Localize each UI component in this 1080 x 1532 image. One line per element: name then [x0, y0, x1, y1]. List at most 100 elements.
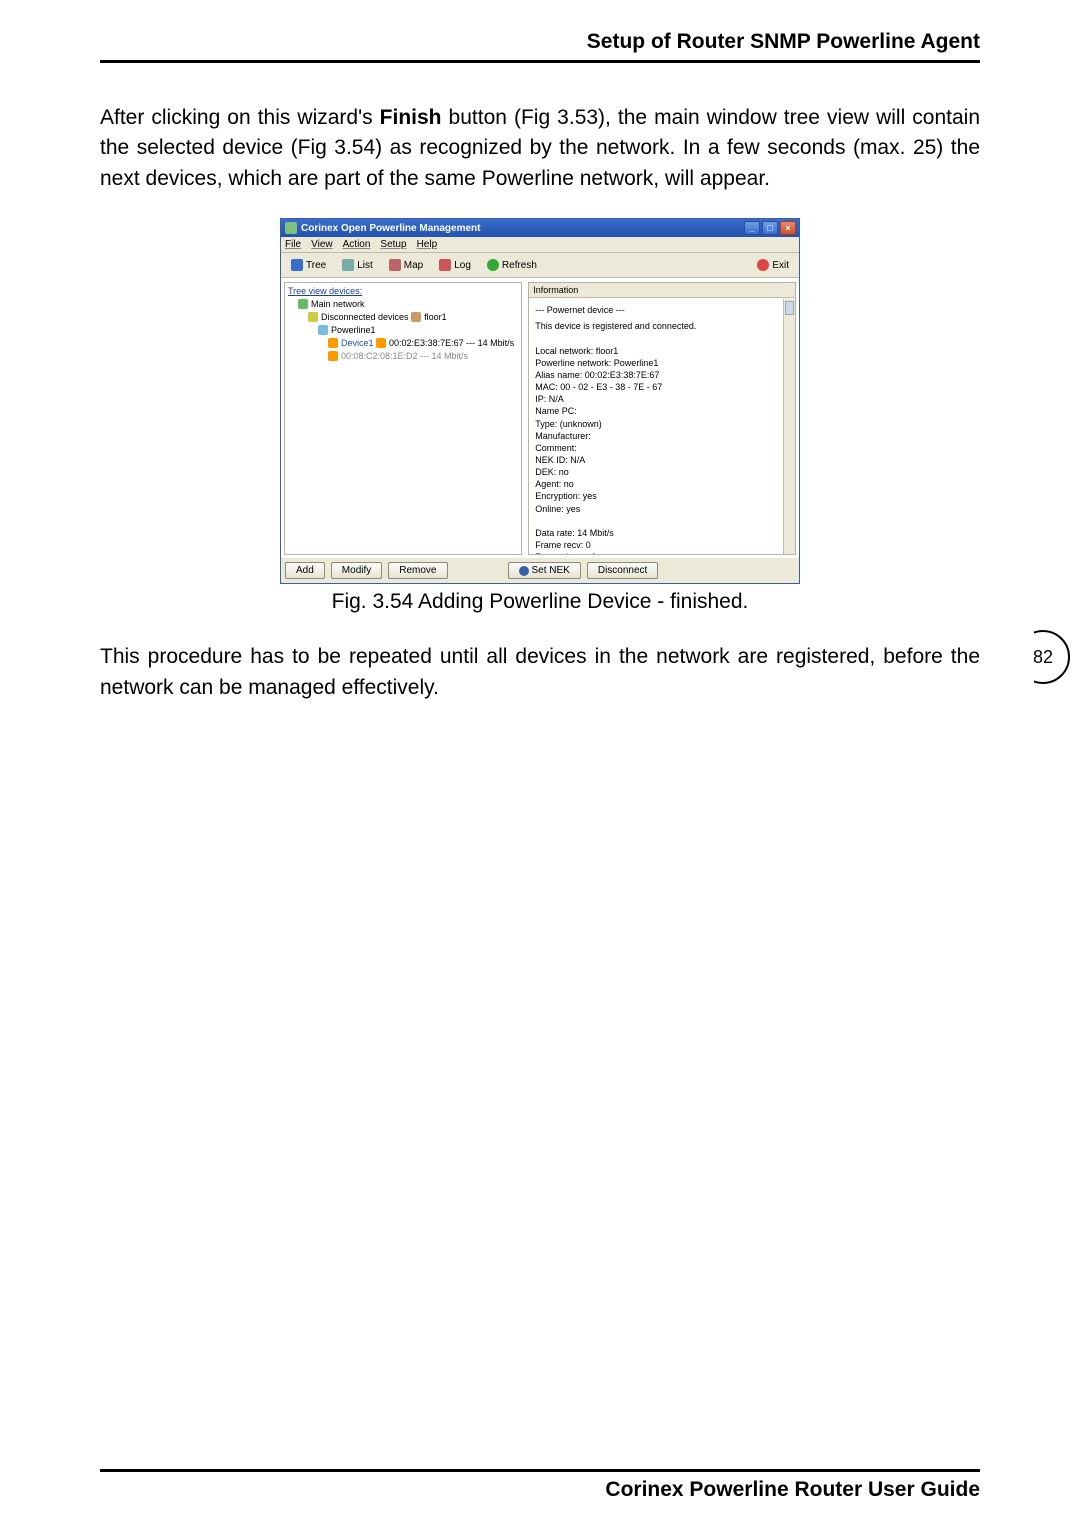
info-registered: This device is registered and connected. [535, 320, 789, 332]
tree-floor-label: floor1 [424, 312, 447, 322]
network-icon [298, 299, 308, 309]
tree-icon [291, 259, 303, 271]
bottom-button-bar: Add Modify Remove Set NEK Disconnect [281, 558, 799, 583]
page-footer: Corinex Powerline Router User Guide [100, 1469, 980, 1502]
info-name: Name PC: [535, 405, 789, 417]
maximize-button[interactable]: □ [762, 221, 778, 235]
device-icon [328, 351, 338, 361]
closing-paragraph: This procedure has to be repeated until … [100, 642, 980, 703]
tree-device-mac-a[interactable]: 00:02:E3:38:7E:67 --- 14 Mbit/s [376, 338, 514, 348]
info-nek: NEK ID: N/A [535, 454, 789, 466]
device-icon [328, 338, 338, 348]
menu-file[interactable]: File [285, 239, 301, 250]
footer-title: Corinex Powerline Router User Guide [100, 1478, 980, 1502]
toolbar-tree[interactable]: Tree [287, 257, 330, 273]
tree-device-mac-b[interactable]: 00:08:C2:08:1E:D2 --- 14 Mbit/s [328, 351, 468, 361]
figure-caption: Fig. 3.54 Adding Powerline Device - fini… [100, 590, 980, 614]
info-manufacturer: Manufacturer: [535, 430, 789, 442]
info-local-network: Local network: floor1 [535, 345, 789, 357]
scrollbar[interactable] [783, 299, 795, 554]
main-area: Tree view devices: Main network Disconne… [281, 278, 799, 558]
header-rule [100, 60, 980, 63]
close-button[interactable]: × [780, 221, 796, 235]
footer-rule [100, 1469, 980, 1472]
toolbar-exit-label: Exit [772, 260, 789, 271]
tree-dev-b-label: 00:08:C2:08:1E:D2 --- 14 Mbit/s [341, 351, 468, 361]
info-frame-drops: Frame drops: 0 [535, 551, 789, 554]
window-titlebar: Corinex Open Powerline Management _ □ × [281, 219, 799, 237]
tree-main-network[interactable]: Main network [298, 299, 365, 309]
info-encryption: Encryption: yes [535, 490, 789, 502]
toolbar-log[interactable]: Log [435, 257, 475, 273]
app-window: Corinex Open Powerline Management _ □ × … [280, 218, 800, 584]
minimize-button[interactable]: _ [744, 221, 760, 235]
toolbar-list-label: List [357, 260, 373, 271]
disconnected-icon [308, 312, 318, 322]
app-icon [285, 222, 297, 234]
info-alias: Alias name: 00:02:E3:38:7E:67 [535, 369, 789, 381]
tree-disconnected[interactable]: Disconnected devices [308, 312, 409, 322]
info-panel-title: Information [529, 283, 795, 298]
tree-panel: Tree view devices: Main network Disconne… [284, 282, 522, 555]
info-heading: --- Powernet device --- [535, 304, 789, 316]
tree-powerline-label: Powerline1 [331, 325, 376, 335]
para1-a: After clicking on this wizard's [100, 106, 380, 129]
menubar: File View Action Setup Help [281, 237, 799, 253]
scrollbar-thumb[interactable] [785, 301, 794, 315]
info-dek: DEK: no [535, 466, 789, 478]
toolbar-map[interactable]: Map [385, 257, 427, 273]
tree-title: Tree view devices: [288, 286, 518, 296]
tree-device1-label: Device1 [341, 338, 374, 348]
device-icon [376, 338, 386, 348]
menu-help[interactable]: Help [417, 239, 438, 250]
info-body: --- Powernet device --- This device is r… [529, 298, 795, 554]
info-agent: Agent: no [535, 478, 789, 490]
map-icon [389, 259, 401, 271]
toolbar-refresh-label: Refresh [502, 260, 537, 271]
info-type: Type: (unknown) [535, 418, 789, 430]
menu-view[interactable]: View [311, 239, 333, 250]
add-button[interactable]: Add [285, 562, 325, 579]
modify-button[interactable]: Modify [331, 562, 382, 579]
toolbar-exit[interactable]: Exit [753, 257, 793, 273]
set-nek-button[interactable]: Set NEK [508, 562, 581, 579]
refresh-icon [487, 259, 499, 271]
info-ip: IP: N/A [535, 393, 789, 405]
menu-action[interactable]: Action [343, 239, 371, 250]
toolbar-tree-label: Tree [306, 260, 326, 271]
toolbar-refresh[interactable]: Refresh [483, 257, 541, 273]
window-title: Corinex Open Powerline Management [301, 223, 480, 234]
nek-icon [519, 566, 529, 576]
set-nek-label: Set NEK [532, 565, 570, 576]
info-data-rate: Data rate: 14 Mbit/s [535, 527, 789, 539]
tree-powerline1[interactable]: Powerline1 [318, 325, 376, 335]
toolbar: Tree List Map Log Refresh [281, 253, 799, 278]
exit-icon [757, 259, 769, 271]
tree-device1[interactable]: Device1 [328, 338, 374, 348]
figure-3-54: Corinex Open Powerline Management _ □ × … [100, 218, 980, 584]
list-icon [342, 259, 354, 271]
log-icon [439, 259, 451, 271]
intro-paragraph: After clicking on this wizard's Finish b… [100, 103, 980, 194]
info-powerline-network: Powerline network: Powerline1 [535, 357, 789, 369]
window-controls: _ □ × [744, 221, 796, 235]
toolbar-map-label: Map [404, 260, 423, 271]
floor-icon [411, 312, 421, 322]
info-comment: Comment: [535, 442, 789, 454]
tree-floor1[interactable]: floor1 [411, 312, 447, 322]
info-frame-recv: Frame recv: 0 [535, 539, 789, 551]
powerline-icon [318, 325, 328, 335]
menu-setup[interactable]: Setup [380, 239, 406, 250]
toolbar-log-label: Log [454, 260, 471, 271]
tree-disconnected-label: Disconnected devices [321, 312, 409, 322]
information-panel: Information --- Powernet device --- This… [528, 282, 796, 555]
info-mac: MAC: 00 - 02 - E3 - 38 - 7E - 67 [535, 381, 789, 393]
remove-button[interactable]: Remove [388, 562, 447, 579]
finish-word: Finish [380, 106, 442, 129]
page-header-title: Setup of Router SNMP Powerline Agent [100, 30, 980, 54]
tree-dev-a-label: 00:02:E3:38:7E:67 --- 14 Mbit/s [389, 338, 514, 348]
tree-root-label: Main network [311, 299, 365, 309]
disconnect-button[interactable]: Disconnect [587, 562, 658, 579]
info-online: Online: yes [535, 503, 789, 515]
toolbar-list[interactable]: List [338, 257, 377, 273]
